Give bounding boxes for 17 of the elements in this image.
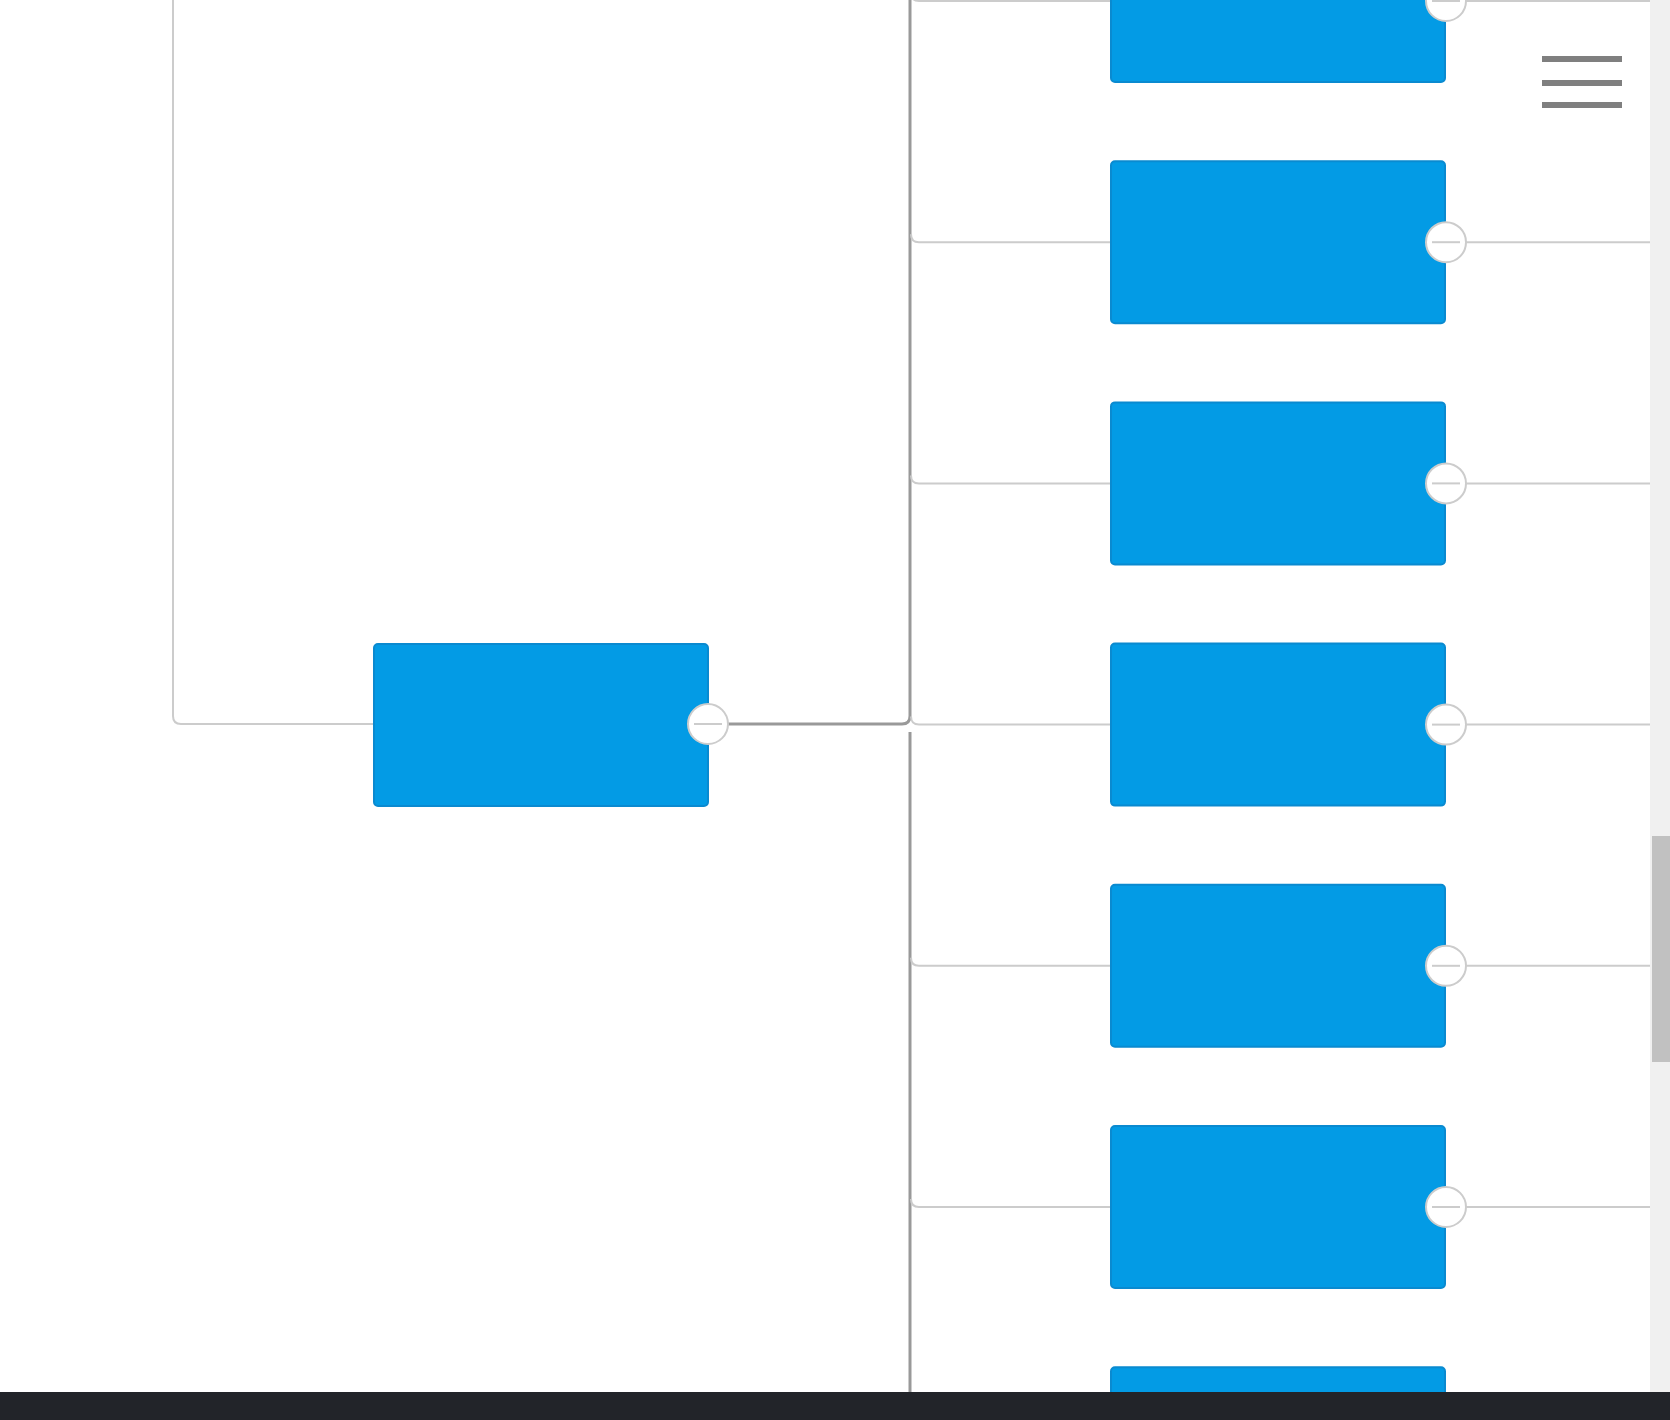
collapse-toggle[interactable] <box>1425 462 1467 505</box>
collapse-toggle[interactable] <box>1425 703 1467 746</box>
collapse-toggle[interactable] <box>1425 944 1467 987</box>
menu-icon[interactable] <box>1542 56 1622 108</box>
collapse-toggle[interactable] <box>1425 0 1467 22</box>
child-node[interactable] <box>1110 160 1446 325</box>
collapse-toggle[interactable] <box>687 703 729 745</box>
child-node[interactable] <box>1110 1366 1446 1392</box>
child-node[interactable] <box>1110 1125 1446 1289</box>
scrollbar-thumb[interactable] <box>1652 836 1670 1062</box>
child-node[interactable] <box>1110 642 1446 807</box>
root-node[interactable] <box>373 643 709 807</box>
child-node[interactable] <box>1110 883 1446 1048</box>
child-node[interactable] <box>1110 0 1446 83</box>
collapse-toggle[interactable] <box>1425 221 1467 264</box>
child-node[interactable] <box>1110 401 1446 566</box>
collapse-toggle[interactable] <box>1425 1186 1467 1228</box>
